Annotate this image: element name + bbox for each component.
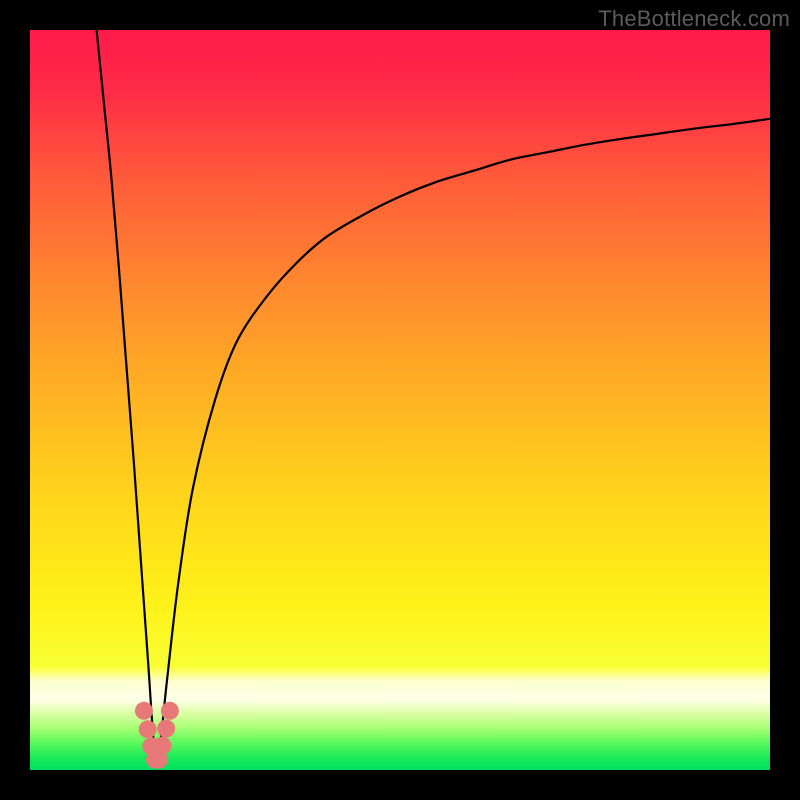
plot-area [30, 30, 770, 770]
sweet-spot-dot [135, 702, 153, 720]
sweet-spot-dot [161, 702, 179, 720]
chart-frame: TheBottleneck.com [0, 0, 800, 800]
attribution-text: TheBottleneck.com [598, 6, 790, 32]
sweet-spot-dot [139, 720, 157, 738]
gradient-background [30, 30, 770, 770]
sweet-spot-dot [153, 737, 171, 755]
chart-svg [30, 30, 770, 770]
sweet-spot-dot [157, 720, 175, 738]
